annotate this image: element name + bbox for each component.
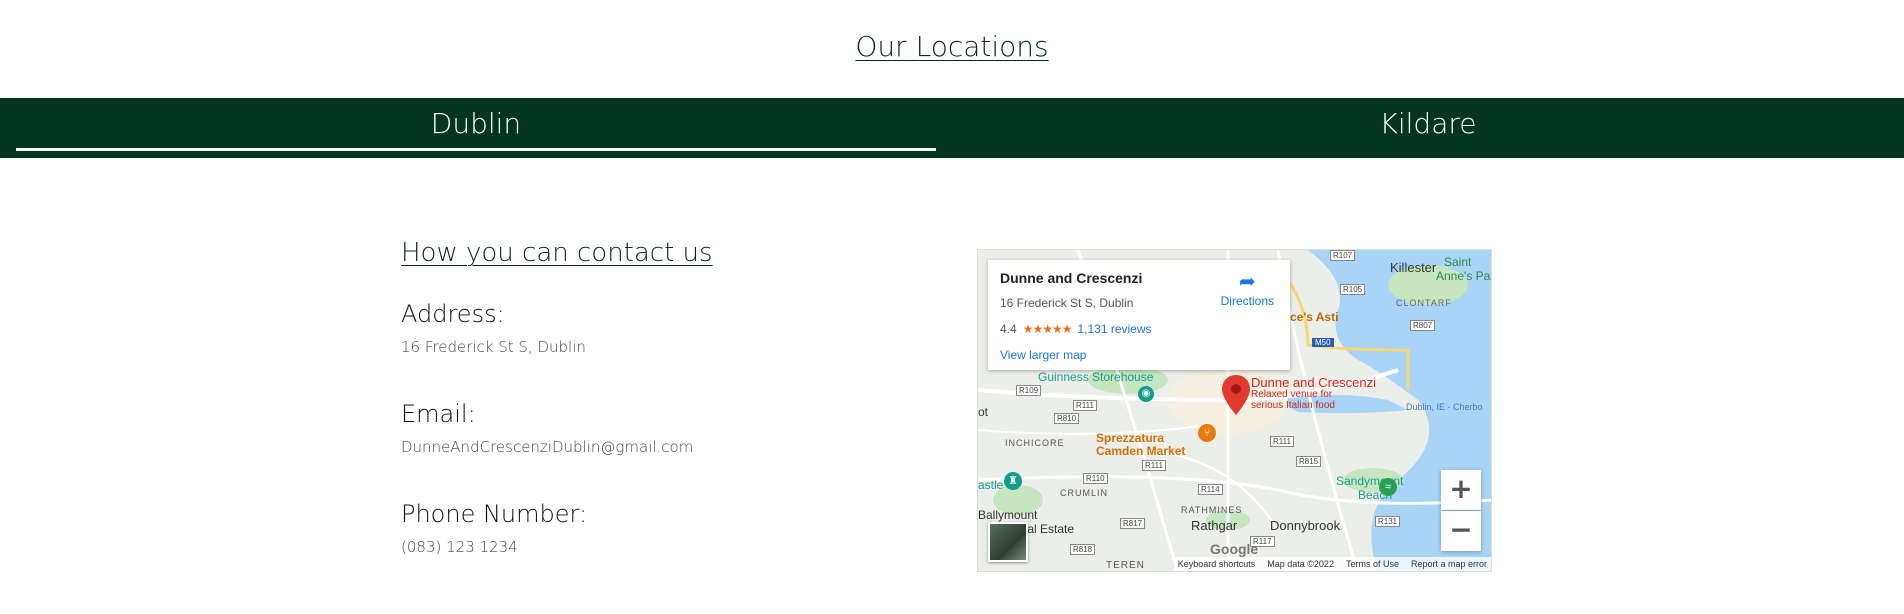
road-shield: R131 — [1375, 516, 1401, 527]
map-label-astle: astle — [978, 478, 1004, 492]
road-shield: R810 — [1054, 413, 1080, 424]
phone-block: Phone Number: (083) 123 1234 — [401, 500, 901, 600]
star-rating-icon: ★★★★★ — [1022, 322, 1073, 336]
map-label-ces-asti: ce's Asti — [1290, 310, 1339, 324]
page-title: Our Locations — [855, 30, 1049, 63]
map-attribution: Keyboard shortcuts Map data ©2022 Terms … — [1173, 557, 1491, 571]
terms-link[interactable]: Terms of Use — [1346, 559, 1399, 569]
place-rating-row: 4.4 ★★★★★ 1,131 reviews — [1000, 322, 1278, 336]
satellite-toggle-button[interactable] — [988, 522, 1028, 562]
road-shield: R818 — [1070, 544, 1096, 555]
map-label-killester: Killester — [1390, 260, 1437, 275]
location-tabs: Dublin Kildare — [0, 98, 1904, 158]
road-shield: R815 — [1296, 456, 1322, 467]
road-shield: R111 — [1073, 400, 1097, 411]
road-shield: R817 — [1120, 518, 1146, 529]
map-label-rathgar: Rathgar — [1191, 518, 1238, 533]
zoom-in-button[interactable]: + — [1441, 470, 1481, 510]
map-label-camden: Camden Market — [1096, 444, 1186, 458]
phone-value: (083) 123 1234 — [401, 538, 518, 556]
map-label-teren: TEREN — [1106, 560, 1145, 571]
tab-dublin-label: Dublin — [430, 107, 522, 140]
view-larger-map-link[interactable]: View larger map — [1000, 348, 1278, 362]
road-shield: R110 — [1083, 473, 1108, 484]
directions-icon: ➦ — [1238, 271, 1256, 293]
phone-label: Phone Number: — [401, 500, 588, 528]
rating-value: 4.4 — [1000, 322, 1017, 336]
address-block: Address: 16 Frederick St S, Dublin — [401, 300, 901, 400]
map-label-saint: Saint — [1444, 255, 1472, 269]
embedded-map[interactable]: Killester Saint Anne's Park CLONTARF ce'… — [977, 249, 1492, 572]
motorway-shield: M50 — [1312, 338, 1334, 347]
map-label-donnybrook: Donnybrook — [1270, 518, 1341, 533]
map-label-dublin-port: Dublin, IE - Cherbo — [1406, 402, 1483, 412]
map-label-ballymount: Ballymount — [978, 508, 1038, 522]
road-shield: R111 — [1270, 436, 1294, 447]
road-shield: R111 — [1142, 460, 1166, 471]
map-label-sprezzatura: Sprezzatura — [1096, 431, 1165, 445]
reviews-link[interactable]: 1,131 reviews — [1077, 322, 1151, 336]
keyboard-shortcuts-link[interactable]: Keyboard shortcuts — [1178, 559, 1256, 569]
address-label: Address: — [401, 300, 505, 328]
report-error-link[interactable]: Report a map error — [1411, 559, 1487, 569]
road-shield: R107 — [1330, 250, 1356, 261]
map-label-crumlin: CRUMLIN — [1060, 488, 1109, 498]
contact-section: How you can contact us Address: 16 Frede… — [401, 238, 901, 600]
map-label-clontarf: CLONTARF — [1396, 298, 1452, 308]
email-value: DunneAndCrescenziDublin@gmail.com — [401, 438, 694, 456]
directions-button[interactable]: ➦ Directions — [1221, 270, 1274, 308]
contact-heading: How you can contact us — [401, 238, 713, 268]
camera-icon[interactable]: ◉ — [1138, 386, 1154, 402]
map-label-inchicore: INCHICORE — [1005, 438, 1065, 448]
google-logo: Google — [1210, 541, 1259, 557]
restaurant-icon[interactable]: ⑂ — [1198, 424, 1216, 442]
road-shield: R114 — [1198, 484, 1223, 495]
directions-label: Directions — [1220, 294, 1274, 308]
road-shield: R105 — [1340, 284, 1366, 295]
zoom-out-button[interactable]: − — [1441, 511, 1481, 551]
email-block: Email: DunneAndCrescenziDublin@gmail.com — [401, 400, 901, 500]
map-label-guinness: Guinness Storehouse — [1038, 370, 1154, 384]
pin-subtitle-1: Relaxed venue for — [1251, 389, 1333, 400]
map-label-annes-park: Anne's Park — [1436, 269, 1491, 283]
tab-kildare[interactable]: Kildare — [952, 98, 1904, 158]
map-data-text: Map data ©2022 — [1267, 559, 1334, 569]
tab-dublin[interactable]: Dublin — [0, 98, 952, 158]
pin-subtitle-2: serious Italian food — [1251, 400, 1335, 411]
location-pin-icon[interactable] — [1222, 375, 1250, 415]
map-label-ot: ot — [978, 405, 989, 419]
address-value: 16 Frederick St S, Dublin — [401, 338, 586, 356]
castle-icon[interactable]: ♜ — [1004, 472, 1022, 490]
place-info-card: Dunne and Crescenzi 16 Frederick St S, D… — [988, 260, 1290, 370]
road-shield: R807 — [1410, 320, 1436, 331]
road-shield: R109 — [1016, 385, 1042, 396]
map-label-rathmines: RATHMINES — [1181, 505, 1243, 515]
tab-kildare-label: Kildare — [1379, 107, 1477, 140]
email-label: Email: — [401, 400, 476, 428]
pin-title: Dunne and Crescenzi — [1251, 375, 1377, 390]
beach-icon[interactable]: ≈ — [1379, 478, 1397, 496]
active-tab-indicator — [16, 148, 936, 151]
